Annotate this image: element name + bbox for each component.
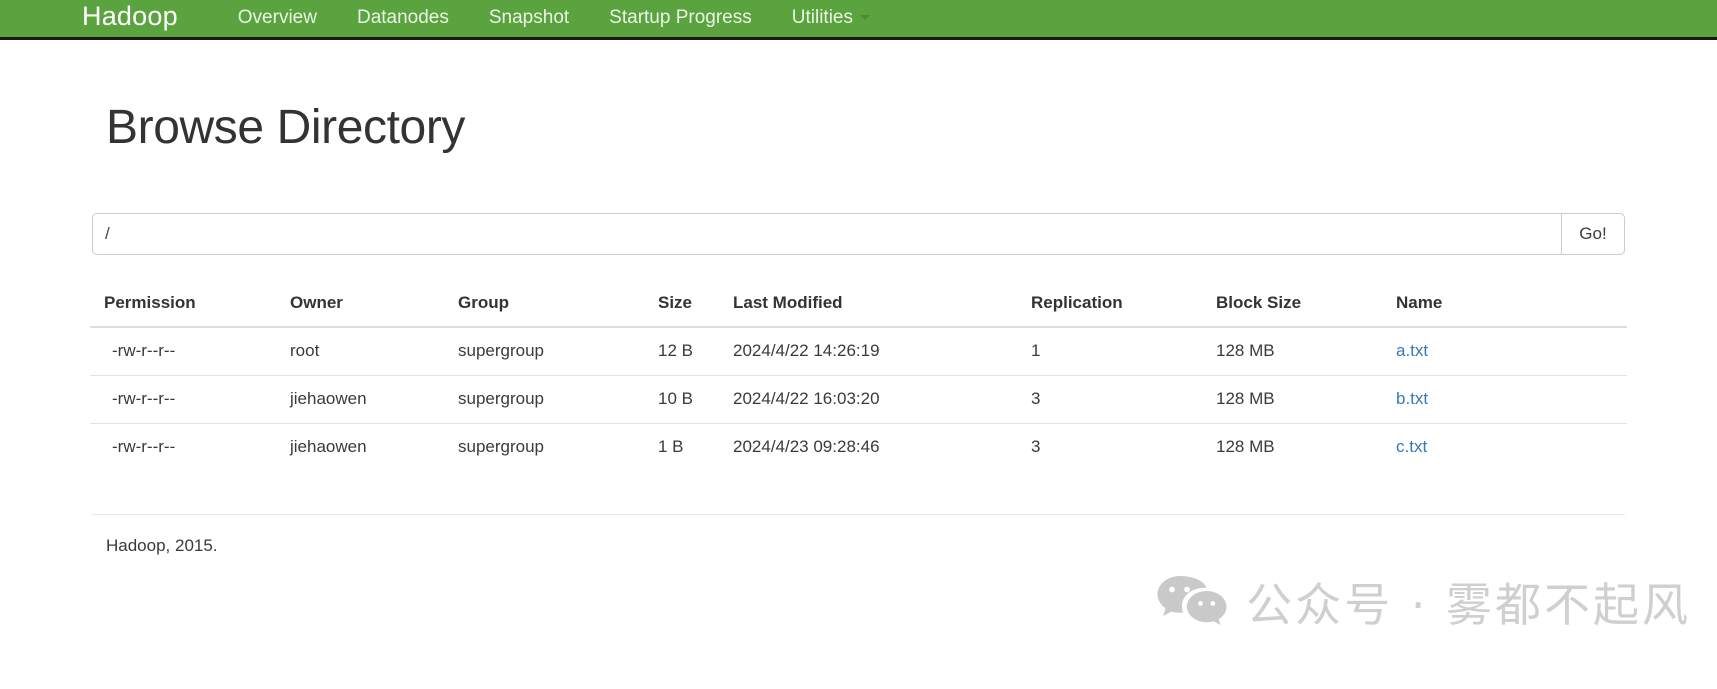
cell-last-modified: 2024/4/23 09:28:46 [723,422,1021,471]
cell-name: a.txt [1386,327,1627,376]
cell-block-size: 128 MB [1206,374,1386,424]
page-container: Browse Directory Go! Permission Owner Gr… [76,101,1641,556]
cell-last-modified: 2024/4/22 16:03:20 [723,374,1021,424]
nav-item-utilities[interactable]: Utilities [772,8,890,27]
cell-size: 1 B [648,422,723,471]
cell-size: 10 B [648,374,723,424]
brand-hadoop[interactable]: Hadoop [82,3,178,34]
nav-item-label: Utilities [791,6,853,28]
column-header-last-modified: Last Modified [723,282,1021,328]
file-link[interactable]: c.txt [1396,437,1427,456]
column-header-group: Group [448,282,648,328]
column-header-name: Name [1386,282,1627,328]
cell-permission: -rw-r--r-- [90,422,280,471]
path-form: Go! [90,212,1627,255]
column-header-block-size: Block Size [1206,282,1386,328]
cell-owner: jiehaowen [280,374,448,424]
column-header-permission: Permission [90,282,280,328]
cell-name: c.txt [1386,422,1627,471]
chevron-down-icon [859,14,870,20]
cell-size: 12 B [658,340,693,360]
cell-replication: 1 [1031,340,1041,360]
directory-listing-table: Permission Owner Group Size Last Modifie… [90,282,1627,471]
page-title: Browse Directory [106,101,466,154]
wechat-icon [1156,572,1228,637]
file-link[interactable]: a.txt [1396,341,1428,360]
nav-item-label: Datanodes [356,6,449,28]
cell-last-modified: 2024/4/22 14:26:19 [733,340,880,360]
cell-replication: 3 [1021,374,1206,424]
cell-group: supergroup [448,374,648,424]
cell-replication: 3 [1021,422,1206,471]
nav-item-label: Snapshot [488,6,570,28]
table-header-row: Permission Owner Group Size Last Modifie… [90,282,1627,328]
nav-items: Overview Datanodes Snapshot Startup Prog… [226,8,890,30]
table-row: -rw-r--r-- jiehaowen supergroup 1 B 2024… [90,422,1627,471]
cell-name: b.txt [1386,374,1627,424]
table-row: -rw-r--r-- root supergroup 12 B 2024/4/2… [90,327,1627,376]
footer-copyright: Hadoop, 2015. [106,535,218,555]
cell-permission: -rw-r--r-- [90,374,280,424]
nav-item-startup-progress[interactable]: Startup Progress [589,8,772,27]
nav-item-datanodes[interactable]: Datanodes [337,8,469,27]
watermark-text: 公众号 · 雾都不起风 [1246,577,1691,632]
cell-owner: jiehaowen [280,422,448,471]
nav-item-label: Overview [237,6,317,28]
cell-permission: -rw-r--r-- [112,340,176,360]
table-row: -rw-r--r-- jiehaowen supergroup 10 B 202… [90,374,1627,424]
table-body: -rw-r--r-- root supergroup 12 B 2024/4/2… [90,327,1627,471]
column-header-size: Size [648,282,723,328]
column-header-replication: Replication [1021,282,1206,328]
nav-item-overview[interactable]: Overview [226,8,337,27]
file-link[interactable]: b.txt [1396,389,1428,408]
table-head: Permission Owner Group Size Last Modifie… [90,282,1627,328]
cell-block-size: 128 MB [1216,340,1275,360]
cell-group: supergroup [448,422,648,471]
cell-group: supergroup [458,340,545,360]
top-navbar: Hadoop Overview Datanodes Snapshot Start… [0,0,1717,40]
watermark: 公众号 · 雾都不起风 [1156,572,1691,637]
column-header-owner: Owner [280,282,448,328]
directory-path-input[interactable] [92,212,1561,255]
cell-owner: root [290,340,320,360]
go-button[interactable]: Go! [1561,212,1625,255]
nav-item-label: Startup Progress [609,6,752,28]
cell-block-size: 128 MB [1206,422,1386,471]
nav-item-snapshot[interactable]: Snapshot [469,8,589,27]
